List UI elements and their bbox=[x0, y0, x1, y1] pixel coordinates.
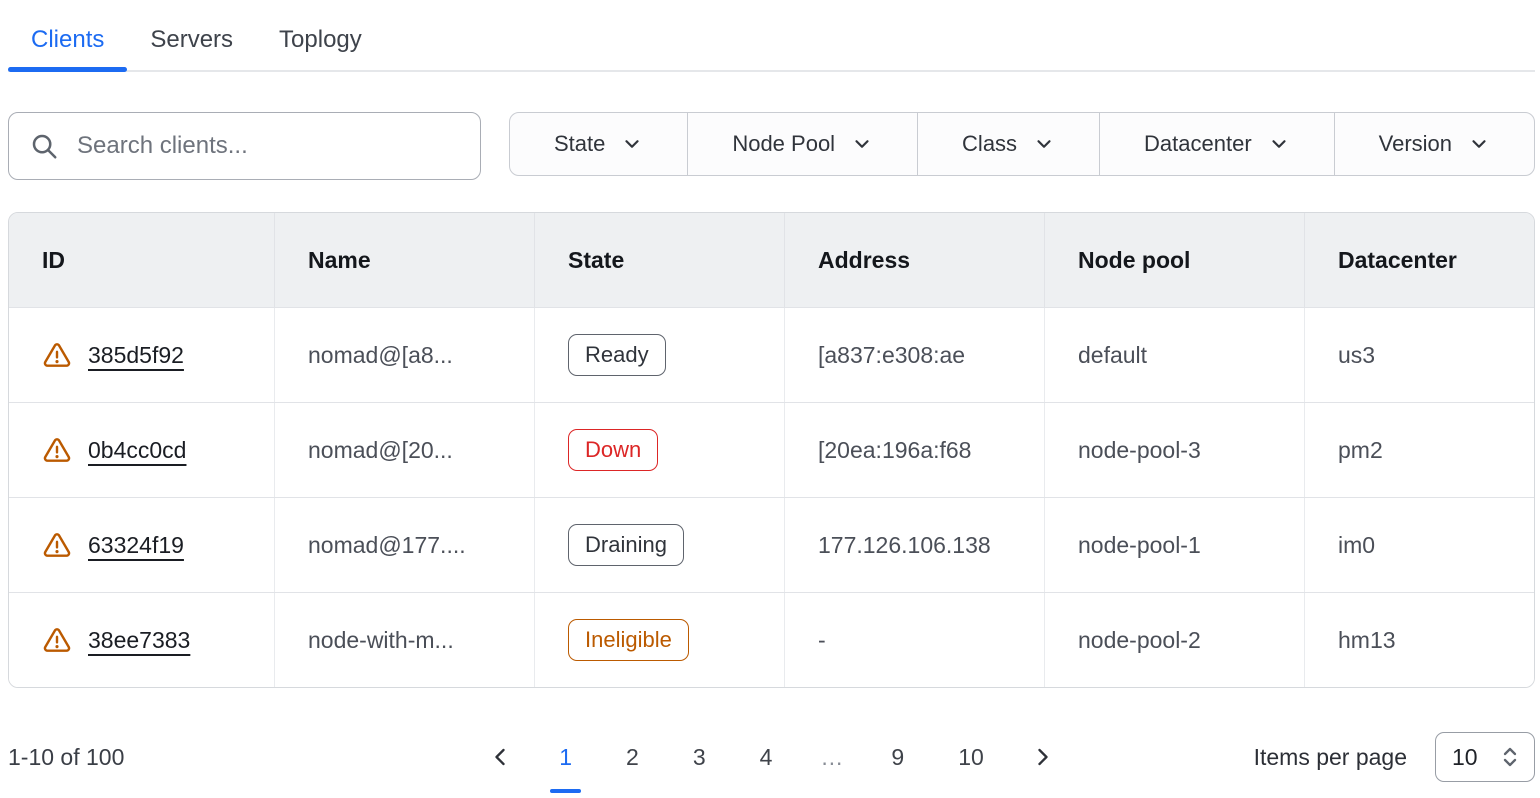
warning-icon bbox=[42, 341, 72, 370]
items-per-page-label: Items per page bbox=[1254, 744, 1407, 771]
client-name: nomad@[20... bbox=[274, 403, 534, 497]
items-per-page-select[interactable]: 10 bbox=[1435, 732, 1535, 782]
filter-version-label: Version bbox=[1379, 131, 1452, 157]
chevron-down-icon bbox=[621, 133, 643, 155]
state-badge: Ineligible bbox=[568, 619, 689, 661]
filter-datacenter-label: Datacenter bbox=[1144, 131, 1252, 157]
tab-clients-label: Clients bbox=[31, 26, 104, 53]
client-datacenter: im0 bbox=[1304, 498, 1534, 592]
client-name: nomad@177.... bbox=[274, 498, 534, 592]
clients-page: Clients Servers Toplogy State bbox=[0, 0, 1540, 782]
filter-state-button[interactable]: State bbox=[510, 113, 687, 175]
page-button-4[interactable]: 4 bbox=[746, 744, 787, 771]
client-datacenter: hm13 bbox=[1304, 593, 1534, 687]
filter-datacenter-button[interactable]: Datacenter bbox=[1099, 113, 1334, 175]
search-icon bbox=[29, 131, 59, 161]
table-row[interactable]: 385d5f92 nomad@[a8... Ready [a837:e308:a… bbox=[9, 307, 1534, 402]
client-name: node-with-m... bbox=[274, 593, 534, 687]
client-node-pool: default bbox=[1044, 308, 1304, 402]
column-header-datacenter: Datacenter bbox=[1304, 213, 1534, 307]
tab-toplogy-label: Toplogy bbox=[279, 26, 362, 53]
chevron-down-icon bbox=[1268, 133, 1290, 155]
filter-class-label: Class bbox=[962, 131, 1017, 157]
pager: 1 2 3 4 … 9 10 bbox=[483, 739, 1060, 775]
page-button-2[interactable]: 2 bbox=[612, 744, 653, 771]
pagination-footer: 1-10 of 100 1 2 3 4 … 9 10 Items per pag… bbox=[8, 732, 1535, 782]
client-node-pool: node-pool-3 bbox=[1044, 403, 1304, 497]
tab-servers-label: Servers bbox=[150, 26, 233, 53]
warning-icon bbox=[42, 626, 72, 655]
client-address: [20ea:196a:f68 bbox=[784, 403, 1044, 497]
client-datacenter: pm2 bbox=[1304, 403, 1534, 497]
chevron-left-icon bbox=[489, 745, 513, 769]
tab-bar: Clients Servers Toplogy bbox=[8, 0, 1535, 72]
client-address: [a837:e308:ae bbox=[784, 308, 1044, 402]
chevron-up-down-icon bbox=[1498, 744, 1522, 770]
column-header-id: ID bbox=[9, 213, 274, 307]
chevron-down-icon bbox=[1468, 133, 1490, 155]
chevron-right-icon bbox=[1030, 745, 1054, 769]
client-datacenter: us3 bbox=[1304, 308, 1534, 402]
tab-toplogy[interactable]: Toplogy bbox=[256, 14, 385, 70]
filter-group: State Node Pool Class Datacenter bbox=[509, 112, 1535, 176]
filter-state-label: State bbox=[554, 131, 605, 157]
page-button-1[interactable]: 1 bbox=[545, 744, 586, 771]
warning-icon bbox=[42, 531, 72, 560]
chevron-down-icon bbox=[851, 133, 873, 155]
filter-node-pool-button[interactable]: Node Pool bbox=[687, 113, 917, 175]
client-id-link[interactable]: 385d5f92 bbox=[88, 342, 184, 369]
chevron-down-icon bbox=[1033, 133, 1055, 155]
client-address: - bbox=[784, 593, 1044, 687]
state-badge: Down bbox=[568, 429, 658, 471]
table-row[interactable]: 63324f19 nomad@177.... Draining 177.126.… bbox=[9, 497, 1534, 592]
tab-servers[interactable]: Servers bbox=[127, 14, 256, 70]
items-per-page: Items per page 10 bbox=[1060, 732, 1535, 782]
state-badge: Ready bbox=[568, 334, 666, 376]
toolbar: State Node Pool Class Datacenter bbox=[8, 112, 1535, 180]
table-header-row: ID Name State Address Node pool Datacent… bbox=[9, 213, 1534, 307]
client-node-pool: node-pool-2 bbox=[1044, 593, 1304, 687]
table-row[interactable]: 38ee7383 node-with-m... Ineligible - nod… bbox=[9, 592, 1534, 687]
client-node-pool: node-pool-1 bbox=[1044, 498, 1304, 592]
column-header-node-pool: Node pool bbox=[1044, 213, 1304, 307]
column-header-address: Address bbox=[784, 213, 1044, 307]
warning-icon bbox=[42, 436, 72, 465]
page-button-3[interactable]: 3 bbox=[679, 744, 720, 771]
clients-table: ID Name State Address Node pool Datacent… bbox=[8, 212, 1535, 688]
filter-node-pool-label: Node Pool bbox=[732, 131, 835, 157]
page-button-10[interactable]: 10 bbox=[944, 744, 998, 771]
pagination-range: 1-10 of 100 bbox=[8, 744, 483, 771]
column-header-name: Name bbox=[274, 213, 534, 307]
search-input[interactable] bbox=[75, 131, 460, 161]
filter-class-button[interactable]: Class bbox=[917, 113, 1099, 175]
prev-page-button[interactable] bbox=[483, 739, 519, 775]
page-button-9[interactable]: 9 bbox=[877, 744, 918, 771]
tab-clients[interactable]: Clients bbox=[8, 14, 127, 70]
table-row[interactable]: 0b4cc0cd nomad@[20... Down [20ea:196a:f6… bbox=[9, 402, 1534, 497]
search-box bbox=[8, 112, 481, 180]
page-ellipsis: … bbox=[812, 744, 851, 771]
client-name: nomad@[a8... bbox=[274, 308, 534, 402]
next-page-button[interactable] bbox=[1024, 739, 1060, 775]
client-id-link[interactable]: 0b4cc0cd bbox=[88, 437, 186, 464]
items-per-page-value: 10 bbox=[1452, 744, 1478, 771]
filter-version-button[interactable]: Version bbox=[1334, 113, 1534, 175]
client-address: 177.126.106.138 bbox=[784, 498, 1044, 592]
column-header-state: State bbox=[534, 213, 784, 307]
client-id-link[interactable]: 63324f19 bbox=[88, 532, 184, 559]
state-badge: Draining bbox=[568, 524, 684, 566]
client-id-link[interactable]: 38ee7383 bbox=[88, 627, 190, 654]
